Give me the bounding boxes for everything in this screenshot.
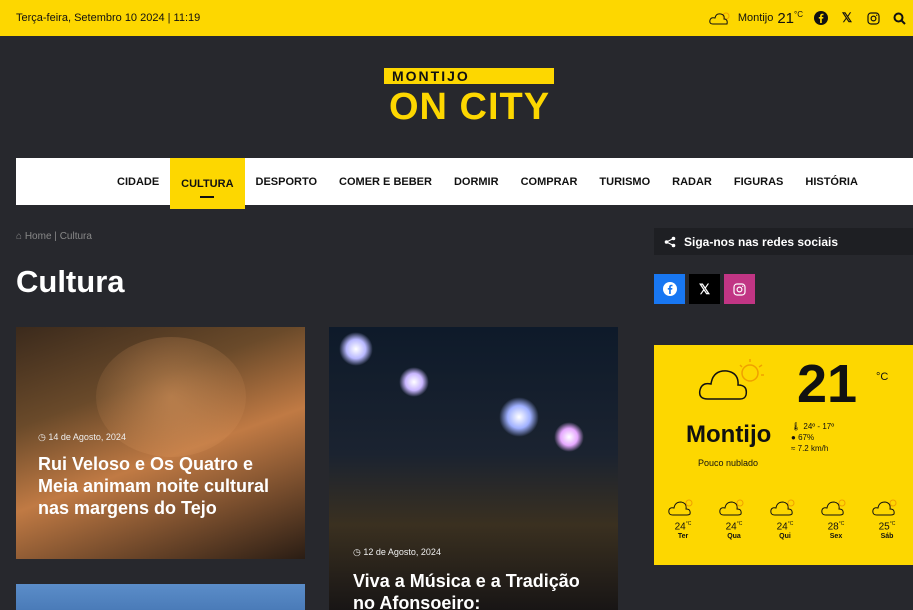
clock-icon: ◷ xyxy=(353,547,361,557)
main-nav: CIDADE CULTURA DESPORTO COMER E BEBER DO… xyxy=(16,158,913,209)
topbar-weather: Montijo 21°C xyxy=(708,10,803,27)
light-decoration xyxy=(499,397,539,437)
forecast-day: 28°C Sex xyxy=(815,497,857,540)
forecast-day-label: Sex xyxy=(829,533,843,541)
forecast-unit: °C xyxy=(838,521,845,527)
social-widget-heading: Siga-nos nas redes sociais xyxy=(654,228,913,255)
wind-icon: ≈ xyxy=(791,444,796,453)
nav-item-comer-e-beber[interactable]: COMER E BEBER xyxy=(328,158,443,205)
cloud-sun-icon xyxy=(709,12,730,25)
topbar-weather-temp: 21°C xyxy=(777,9,803,27)
facebook-icon xyxy=(662,282,677,296)
light-decoration xyxy=(399,367,429,397)
forecast-unit: °C xyxy=(685,521,692,527)
instagram-icon[interactable] xyxy=(865,10,881,26)
forecast-day-label: Ter xyxy=(677,533,689,541)
forecast-unit: °C xyxy=(787,521,794,527)
forecast-temp: 24 xyxy=(674,521,686,533)
forecast-day-label: Qua xyxy=(727,533,741,541)
article-date: 12 de Agosto, 2024 xyxy=(363,547,441,557)
article-card[interactable]: ◷ 12 de Agosto, 2024 Viva a Música e a T… xyxy=(329,327,618,610)
forecast-day: 24°C Qua xyxy=(713,497,755,540)
breadcrumb-separator: | xyxy=(54,231,57,242)
breadcrumb: ⌂ Home | Cultura xyxy=(16,231,92,242)
weather-humidity: 67% xyxy=(798,433,815,442)
forecast-temp: 25 xyxy=(878,521,890,533)
forecast-temp: 24 xyxy=(776,521,788,533)
forecast-day: 25°C Sáb xyxy=(866,497,908,540)
forecast-unit: °C xyxy=(889,521,896,527)
instagram-button[interactable] xyxy=(724,274,755,304)
weather-unit: °C xyxy=(876,371,889,383)
social-heading-text: Siga-nos nas redes sociais xyxy=(684,234,839,249)
logo-on-city[interactable]: ON CITY xyxy=(389,86,550,129)
cloud-sun-icon xyxy=(668,499,693,516)
x-icon: 𝕏 xyxy=(698,280,711,297)
article-date: 14 de Agosto, 2024 xyxy=(48,432,126,442)
humidity-icon: ● xyxy=(791,433,796,442)
article-meta: ◷ 12 de Agosto, 2024 xyxy=(353,547,441,558)
cloud-sun-icon xyxy=(821,499,846,516)
logo-montijo[interactable]: MONTIJO xyxy=(384,68,554,84)
article-title[interactable]: Viva a Música e a Tradição no Afonsoeiro… xyxy=(353,570,603,610)
weather-widget: 21 °C Montijo Pouco nublado 🌡 24º - 17º … xyxy=(654,345,913,565)
search-icon[interactable] xyxy=(891,10,907,26)
cloud-sun-icon xyxy=(698,359,764,400)
nav-item-comprar[interactable]: COMPRAR xyxy=(510,158,589,205)
nav-item-historia[interactable]: HISTÓRIA xyxy=(794,158,869,205)
article-meta: ◷ 14 de Agosto, 2024 xyxy=(38,432,126,443)
nav-item-cidade[interactable]: CIDADE xyxy=(106,158,170,205)
facebook-button[interactable] xyxy=(654,274,685,304)
share-icon xyxy=(664,236,676,247)
current-date: Terça-feira, Setembro 10 2024 | 11:19 xyxy=(16,12,201,24)
article-title[interactable]: Rui Veloso e Os Quatro e Meia animam noi… xyxy=(38,453,288,519)
cloud-sun-icon xyxy=(770,499,795,516)
breadcrumb-home[interactable]: Home xyxy=(25,231,52,242)
top-bar: Terça-feira, Setembro 10 2024 | 11:19 Mo… xyxy=(0,0,913,36)
weather-wind: 7.2 km/h xyxy=(797,444,829,453)
home-icon: ⌂ xyxy=(16,231,23,242)
instagram-icon xyxy=(733,282,746,296)
weather-temp: 21 xyxy=(797,354,858,414)
nav-item-figuras[interactable]: FIGURAS xyxy=(723,158,795,205)
clock-icon: ◷ xyxy=(38,432,46,442)
page-title: Cultura xyxy=(16,264,125,299)
weather-details: 🌡 24º - 17º ● 67% ≈ 7.2 km/h xyxy=(791,421,834,454)
article-card[interactable] xyxy=(16,584,305,610)
x-icon[interactable]: 𝕏 xyxy=(839,10,855,26)
site-header: MONTIJO ON CITY xyxy=(0,36,913,158)
nav-item-turismo[interactable]: TURISMO xyxy=(588,158,661,205)
weather-range: 24º - 17º xyxy=(803,422,835,431)
social-buttons: 𝕏 xyxy=(654,274,755,304)
topbar-weather-unit: °C xyxy=(794,9,803,19)
forecast-day: 24°C Qui xyxy=(764,497,806,540)
forecast-day: 24°C Ter xyxy=(662,497,704,540)
forecast-unit: °C xyxy=(736,521,743,527)
light-decoration xyxy=(554,422,584,452)
forecast-day-label: Qui xyxy=(779,533,791,541)
weather-forecast: 24°C Ter 24°C Qua 24°C Qui 28°C Sex 25°C… xyxy=(662,497,908,540)
x-button[interactable]: 𝕏 xyxy=(689,274,720,304)
light-decoration xyxy=(339,332,373,366)
article-card[interactable]: ◷ 14 de Agosto, 2024 Rui Veloso e Os Qua… xyxy=(16,327,305,559)
nav-item-cultura[interactable]: CULTURA xyxy=(170,158,245,209)
forecast-day-label: Sáb xyxy=(880,533,894,541)
nav-item-radar[interactable]: RADAR xyxy=(661,158,723,205)
forecast-temp: 28 xyxy=(827,521,839,533)
facebook-icon[interactable] xyxy=(813,10,829,26)
nav-item-desporto[interactable]: DESPORTO xyxy=(245,158,329,205)
cloud-sun-icon xyxy=(719,499,744,516)
forecast-temp: 24 xyxy=(725,521,737,533)
weather-city: Montijo xyxy=(686,421,772,448)
cloud-sun-icon xyxy=(872,499,897,516)
breadcrumb-current: Cultura xyxy=(59,231,92,242)
nav-item-dormir[interactable]: DORMIR xyxy=(443,158,510,205)
thermometer-icon: 🌡 xyxy=(791,422,802,431)
topbar-weather-city: Montijo xyxy=(737,12,774,24)
weather-description: Pouco nublado xyxy=(698,458,759,468)
